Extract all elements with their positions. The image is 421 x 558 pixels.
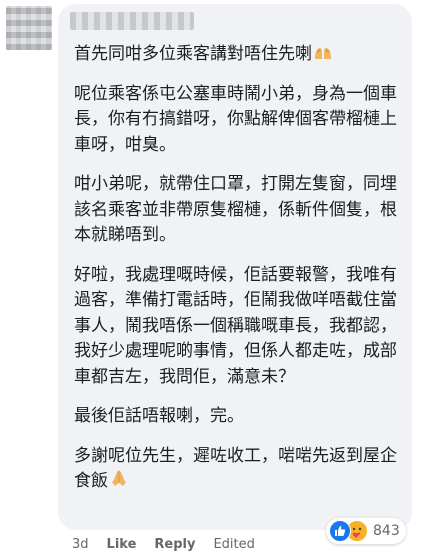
like-reaction-icon [329,520,351,542]
comment-paragraph-text: 咁小弟呢，就帶住口罩，打開左隻窗，同埋該名乘客並非帶原隻榴槤，係斬件個隻，根本就… [74,174,397,245]
comment-body: 首先同咁多位乘客講對唔住先喇 呢位乘客係屯公塞車時鬧小弟，身為一個車長，你有冇搞… [74,42,404,509]
hands-emoji-icon [314,43,332,59]
comment-bubble: 首先同咁多位乘客講對唔住先喇 呢位乘客係屯公塞車時鬧小弟，身為一個車長，你有冇搞… [58,4,412,530]
comment-paragraph-text: 呢位乘客係屯公塞車時鬧小弟，身為一個車長，你有冇搞錯呀，你點解俾個客帶榴槤上車呀… [74,83,397,155]
comment-paragraph-5: 最後佢話唔報喇，完。 [74,404,404,430]
comment-paragraph-text: 好啦，我處理嘅時候，佢話要報警，我唯有過客，準備打電話時，佢鬧我做咩唔截住當事人… [74,264,397,387]
comment-footer: 3d Like Reply Edited [72,532,255,556]
comment-timestamp[interactable]: 3d [72,537,89,552]
comment-paragraph-2: 呢位乘客係屯公塞車時鬧小弟，身為一個車長，你有冇搞錯呀，你點解俾個客帶榴槤上車呀… [74,82,404,159]
comment-paragraph-text: 首先同咁多位乘客講對唔住先喇 [74,44,312,64]
avatar[interactable] [6,6,52,50]
comment-paragraph-text: 最後佢話唔報喇，完。 [74,406,244,426]
folded-hands-emoji-icon [110,469,128,486]
reaction-summary[interactable]: 843 [326,518,406,544]
comment-paragraph-3: 咁小弟呢，就帶住口罩，打開左隻窗，同埋該名乘客並非帶原隻榴槤，係斬件個隻，根本就… [74,172,404,249]
like-button[interactable]: Like [107,537,137,552]
comment-paragraph-4: 好啦，我處理嘅時候，佢話要報警，我唯有過客，準備打電話時，佢鬧我做咩唔截住當事人… [74,263,404,391]
reply-button[interactable]: Reply [154,537,195,552]
edited-label[interactable]: Edited [213,537,254,552]
author-name[interactable] [70,12,194,30]
comment-paragraph-6: 多謝呢位先生，遲咗收工，啱啱先返到屋企食飯 [74,444,404,495]
comment-paragraph-1: 首先同咁多位乘客講對唔住先喇 [74,42,404,68]
comment-screenshot: 首先同咁多位乘客講對唔住先喇 呢位乘客係屯公塞車時鬧小弟，身為一個車長，你有冇搞… [0,0,421,558]
reaction-count: 843 [373,523,400,539]
